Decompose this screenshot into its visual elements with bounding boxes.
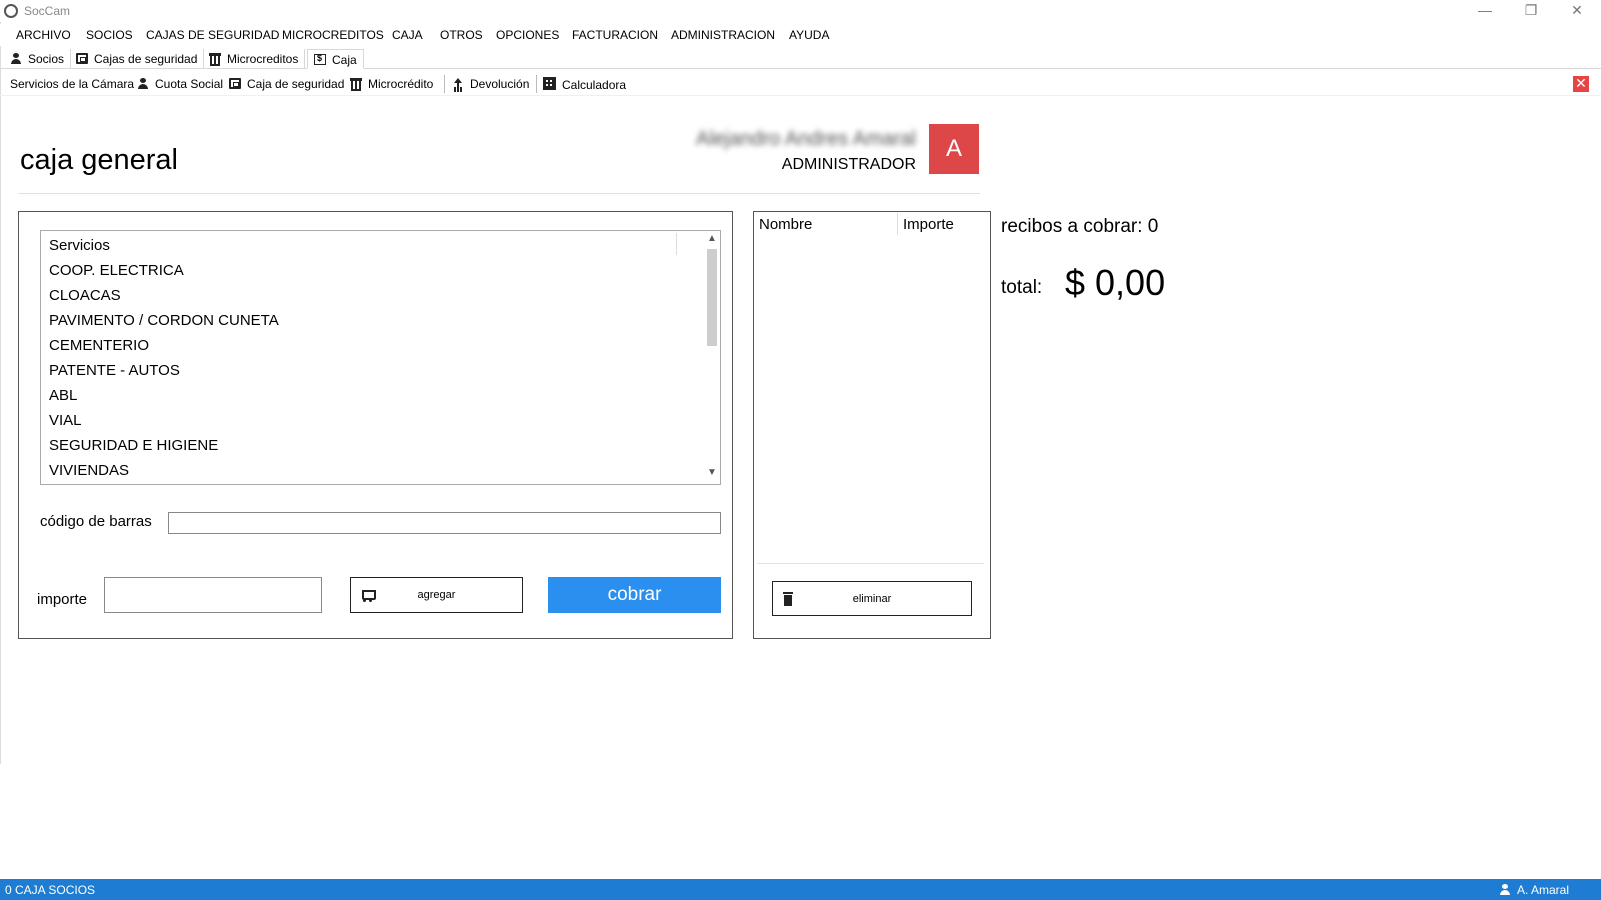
safe-icon	[76, 53, 88, 64]
tab-label: Caja	[332, 53, 357, 67]
window-border	[0, 22, 1, 764]
scroll-thumb[interactable]	[707, 249, 717, 346]
status-bar: 0 CAJA SOCIOS A. Amaral	[0, 879, 1601, 900]
upload-icon	[452, 78, 464, 89]
bank-icon	[350, 78, 362, 91]
caja-seguridad-button[interactable]: Caja de seguridad	[229, 77, 344, 91]
user-role: ADMINISTRADOR	[781, 156, 916, 173]
safe-icon	[229, 78, 241, 89]
devolucion-label: Devolución	[470, 77, 530, 91]
cobrar-button[interactable]: cobrar	[548, 577, 721, 613]
agregar-button[interactable]: agregar	[350, 577, 523, 613]
toolbar-separator	[536, 75, 537, 93]
total-value: $ 0,00	[1065, 262, 1166, 303]
toolbar: Servicios de la Cámara Cuota Social Caja…	[0, 72, 1601, 96]
receipt-divider	[757, 563, 984, 564]
column-separator	[897, 213, 898, 235]
devolucion-button[interactable]: Devolución	[452, 77, 529, 91]
tab-cajas-de-seguridad[interactable]: Cajas de seguridad	[70, 49, 205, 69]
barcode-input[interactable]	[168, 512, 721, 534]
scrollbar[interactable]: ▲ ▼	[703, 231, 720, 484]
avatar: A	[929, 124, 979, 174]
tab-socios[interactable]: Socios	[4, 49, 72, 69]
title-bar: SocCam — ❐ ✕	[0, 0, 1601, 22]
menu-otros[interactable]: OTROS	[440, 28, 483, 42]
list-item[interactable]: VIAL	[49, 412, 82, 429]
receipt-panel	[753, 211, 991, 639]
user-icon	[10, 53, 22, 64]
cuota-social-label: Cuota Social	[155, 77, 224, 91]
list-item[interactable]: CLOACAS	[49, 287, 121, 304]
toolbar-separator	[444, 75, 445, 93]
microcredito-button[interactable]: Microcrédito	[350, 77, 433, 91]
cuota-social-button[interactable]: Cuota Social	[137, 77, 223, 91]
close-window-button[interactable]: ✕	[1554, 0, 1600, 22]
tab-microcreditos[interactable]: Microcreditos	[203, 49, 306, 69]
minimize-button[interactable]: —	[1462, 0, 1508, 22]
caja-seguridad-label: Caja de seguridad	[247, 77, 345, 91]
menu-caja[interactable]: CAJA	[392, 28, 423, 42]
close-tab-button[interactable]: ✕	[1573, 76, 1589, 92]
menu-archivo[interactable]: ARCHIVO	[16, 28, 71, 42]
app-logo-icon	[4, 4, 18, 18]
list-item[interactable]: COOP. ELECTRICA	[49, 262, 184, 279]
barcode-label: código de barras	[40, 513, 152, 530]
menu-facturacion[interactable]: FACTURACION	[572, 28, 658, 42]
user-icon	[1499, 884, 1511, 895]
list-item[interactable]: PATENTE - AUTOS	[49, 362, 180, 379]
user-icon	[137, 78, 149, 89]
agregar-label: agregar	[417, 589, 456, 601]
services-list[interactable]: Servicios COOP. ELECTRICA CLOACAS PAVIME…	[40, 230, 721, 485]
calculator-icon	[543, 77, 556, 90]
servicios-camara-button[interactable]: Servicios de la Cámara	[10, 77, 134, 91]
scroll-up-icon[interactable]: ▲	[703, 233, 720, 247]
status-user-name: A. Amaral	[1517, 883, 1570, 897]
menu-cajas-de-seguridad[interactable]: CAJAS DE SEGURIDAD	[146, 28, 279, 42]
menu-bar: ARCHIVO SOCIOS CAJAS DE SEGURIDAD MICROC…	[0, 24, 1601, 46]
user-name: Alejandro Andres Amaral	[695, 128, 916, 150]
tab-caja[interactable]: Caja	[307, 49, 364, 69]
services-header: Servicios	[49, 237, 110, 254]
microcredito-label: Microcrédito	[368, 77, 434, 91]
list-item[interactable]: PAVIMENTO / CORDON CUNETA	[49, 312, 279, 329]
importe-label: importe	[37, 591, 88, 608]
menu-administracion[interactable]: ADMINISTRACION	[671, 28, 775, 42]
menu-opciones[interactable]: OPCIONES	[496, 28, 559, 42]
calculadora-label: Calculadora	[562, 78, 627, 92]
page-title: caja general	[20, 144, 178, 176]
tab-strip: Socios Cajas de seguridad Microcreditos …	[0, 48, 1601, 69]
cash-icon	[314, 53, 326, 65]
window-title: SocCam	[24, 4, 71, 18]
receipts-count: recibos a cobrar: 0	[1001, 216, 1159, 237]
trash-icon	[783, 592, 793, 606]
eliminar-label: eliminar	[852, 593, 892, 605]
list-item[interactable]: CEMENTERIO	[49, 337, 149, 354]
menu-socios[interactable]: SOCIOS	[86, 28, 133, 42]
list-item[interactable]: SEGURIDAD E HIGIENE	[49, 437, 218, 454]
restore-button[interactable]: ❐	[1508, 0, 1554, 22]
bank-icon	[209, 53, 221, 66]
importe-input[interactable]	[104, 577, 322, 613]
tab-label: Microcreditos	[227, 52, 299, 66]
menu-ayuda[interactable]: AYUDA	[789, 28, 829, 42]
scroll-down-icon[interactable]: ▼	[703, 467, 720, 481]
list-item[interactable]: VIVIENDAS	[49, 462, 129, 479]
tab-label: Cajas de seguridad	[94, 52, 198, 66]
cart-icon	[359, 588, 376, 602]
status-text: 0 CAJA SOCIOS	[5, 883, 96, 897]
column-header-nombre[interactable]: Nombre	[759, 216, 812, 233]
status-user-menu[interactable]: A. Amaral	[1499, 883, 1569, 897]
tab-label: Socios	[28, 52, 65, 66]
list-item[interactable]: ABL	[49, 387, 77, 404]
column-header-importe[interactable]: Importe	[903, 216, 954, 233]
eliminar-button[interactable]: eliminar	[772, 581, 972, 616]
calculadora-button[interactable]: Calculadora	[543, 77, 626, 92]
header-divider	[18, 193, 980, 194]
column-separator	[676, 233, 677, 255]
menu-microcreditos[interactable]: MICROCREDITOS	[282, 28, 384, 42]
total-label: total:	[1001, 277, 1043, 298]
